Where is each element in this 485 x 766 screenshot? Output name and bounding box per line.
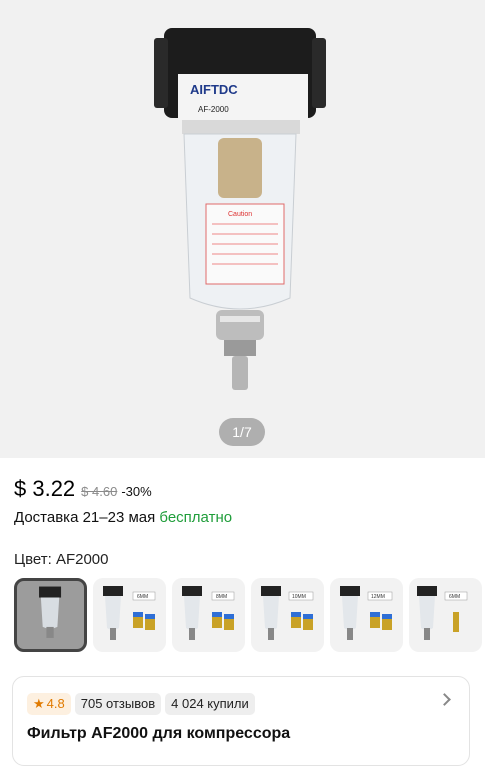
- current-price: $ 3.22: [14, 476, 76, 501]
- model-label: AF-2000: [198, 105, 229, 114]
- variant-af2000[interactable]: [14, 578, 87, 652]
- variant-12mm[interactable]: 12MM: [330, 578, 403, 652]
- image-pager: 1/7: [219, 418, 265, 446]
- svg-text:6MM: 6MM: [449, 594, 460, 600]
- old-price: $ 4.60: [81, 484, 118, 499]
- svg-text:8MM: 8MM: [216, 594, 227, 600]
- reviews-card[interactable]: ★ 4.8 705 отзывов 4 024 купили Фильтр AF2…: [12, 676, 470, 766]
- discount-badge: -30%: [121, 484, 152, 499]
- product-image-gallery[interactable]: AIFTDC AF-2000 Caution 1/7: [0, 0, 485, 458]
- variant-thumbnail: 8MM: [182, 586, 235, 640]
- svg-text:12MM: 12MM: [371, 594, 385, 600]
- reviews-count: 705 отзывов: [74, 693, 162, 715]
- product-image: AIFTDC AF-2000 Caution: [154, 28, 326, 390]
- variant-8mm[interactable]: 8MM: [172, 578, 245, 652]
- variant-thumbnail: 6MM: [103, 586, 156, 640]
- color-label: Цвет: AF2000: [14, 551, 109, 568]
- delivery-dates: Доставка 21–23 мая: [14, 509, 156, 526]
- star-icon: ★: [33, 696, 45, 711]
- variant-thumbnail: 10MM: [261, 586, 314, 640]
- product-title: Фильтр AF2000 для компрессора: [27, 725, 291, 742]
- variant-10mm[interactable]: 10MM: [251, 578, 324, 652]
- rating-badge: ★ 4.8: [27, 693, 71, 715]
- variant-thumbnail: [39, 586, 62, 638]
- brand-logo: AIFTDC: [190, 82, 238, 97]
- variant-6mm-brass[interactable]: 6MM: [409, 578, 482, 652]
- bought-count: 4 024 купили: [165, 693, 255, 715]
- rating-value: 4.8: [46, 696, 65, 711]
- delivery-info: Доставка 21–23 мая бесплатно: [14, 509, 232, 526]
- svg-text:10MM: 10MM: [292, 594, 306, 600]
- variant-thumbnail: 6MM: [417, 586, 468, 640]
- chevron-right-icon[interactable]: [438, 693, 451, 706]
- free-delivery-label: бесплатно: [159, 509, 233, 526]
- price-row: $ 3.22 $ 4.60 -30%: [14, 476, 152, 506]
- caution-text: Caution: [228, 211, 252, 218]
- svg-text:6MM: 6MM: [137, 594, 148, 600]
- variant-6mm[interactable]: 6MM: [93, 578, 166, 652]
- color-variants: 6MM 8MM 10MM 12MM 6MM: [14, 578, 485, 652]
- variant-thumbnail: 12MM: [340, 586, 393, 640]
- rating-chips: ★ 4.8 705 отзывов 4 024 купили: [27, 693, 255, 715]
